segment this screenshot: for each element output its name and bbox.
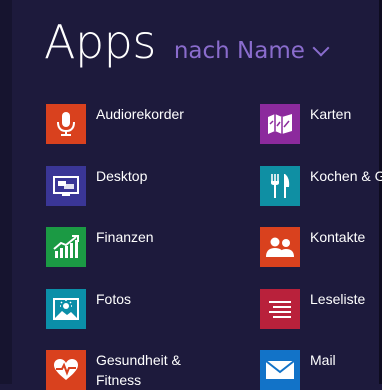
app-tile-leseliste[interactable]: Leseliste	[260, 289, 365, 329]
chevron-down-icon	[312, 39, 330, 57]
app-tile-karten[interactable]: Karten	[260, 104, 351, 144]
app-tile-fotos[interactable]: Fotos	[46, 289, 131, 329]
app-label: Audiorekorder	[96, 106, 184, 122]
finance-chart-icon	[46, 227, 86, 267]
microphone-icon	[46, 104, 86, 144]
people-icon	[260, 227, 300, 267]
app-tile-kochen-genuss[interactable]: Kochen & G	[260, 166, 382, 206]
app-label: Kontakte	[310, 229, 366, 245]
page-title: Apps	[44, 15, 156, 69]
mail-envelope-icon	[260, 350, 300, 390]
app-tile-mail[interactable]: Mail	[260, 350, 336, 390]
app-tile-kontakte[interactable]: Kontakte	[260, 227, 365, 267]
app-tile-desktop[interactable]: Desktop	[46, 166, 147, 206]
app-label: Desktop	[96, 168, 148, 184]
app-bar-edge	[0, 0, 12, 384]
desktop-icon	[46, 166, 86, 206]
app-tile-audiorekorder[interactable]: Audiorekorder	[46, 104, 184, 144]
sort-dropdown[interactable]: nach Name	[173, 23, 330, 79]
heart-rate-icon	[46, 350, 86, 390]
app-label: Kochen & G	[310, 168, 382, 184]
photo-icon	[46, 289, 86, 329]
app-label: Gesundheit & Fitness	[96, 352, 181, 388]
reading-list-icon	[260, 289, 300, 329]
app-label: Finanzen	[96, 229, 154, 245]
app-label: Mail	[310, 352, 336, 368]
app-label: Karten	[310, 106, 352, 122]
app-tile-finanzen[interactable]: Finanzen	[46, 227, 154, 267]
app-label: Fotos	[96, 291, 132, 307]
map-icon	[260, 104, 300, 144]
fork-knife-icon	[260, 166, 300, 206]
sort-label: nach Name	[173, 38, 305, 64]
apps-header: Apps nach Name	[44, 14, 330, 79]
app-label: Leseliste	[310, 291, 366, 307]
app-tile-gesundheit-fitness[interactable]: Gesundheit & Fitness	[46, 350, 181, 390]
